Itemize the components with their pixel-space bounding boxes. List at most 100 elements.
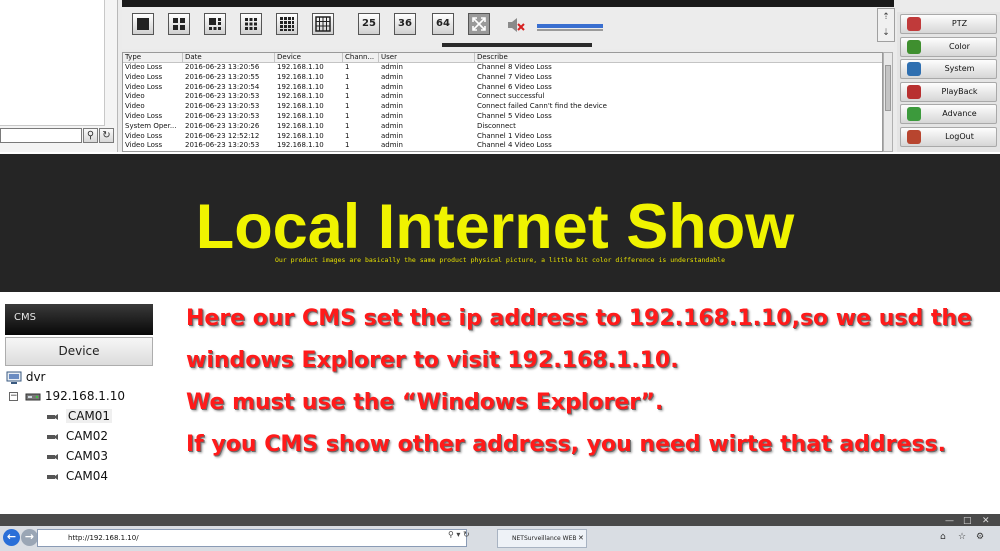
log-scroll-thumb[interactable] [885, 65, 891, 111]
tree-camera-label: CAM01 [65, 409, 113, 423]
log-table-cell: admin [381, 131, 403, 140]
scroll-down-icon[interactable]: ⇣ [878, 25, 894, 41]
layout-9-button[interactable] [240, 13, 262, 35]
log-table-cell: 2016-06-23 13:20:53 [185, 92, 260, 101]
log-table-row[interactable]: Video Loss 2016-06-23 13:20:56 192.168.1.1… [123, 63, 882, 73]
toolbar-scroll[interactable]: ⇡ ⇣ [877, 8, 895, 42]
tree-collapse-toggle[interactable]: − [9, 392, 18, 401]
color-button[interactable]: Color [900, 36, 997, 57]
layout-1-button[interactable] [132, 13, 154, 35]
layout-20-button[interactable] [312, 13, 334, 35]
close-icon[interactable]: ✕ [982, 516, 990, 526]
minimize-icon[interactable]: — [945, 516, 954, 526]
forward-button[interactable]: → [21, 529, 38, 546]
playback-button[interactable]: PlayBack [900, 81, 997, 102]
log-table-row[interactable]: Video Loss 2016-06-23 12:52:12 192.168.1.1… [123, 132, 882, 142]
tab-title: NETSurveillance WEB [512, 535, 577, 542]
search-icon[interactable]: ⚲ [448, 530, 454, 539]
tree-camera-node[interactable]: CAM02 [46, 429, 108, 444]
col-header-channel[interactable]: Chann... [343, 53, 379, 63]
col-header-user[interactable]: User [379, 53, 475, 63]
col-header-date[interactable]: Date [183, 53, 275, 63]
dropdown-icon[interactable]: ▾ [456, 530, 460, 539]
log-table-cell: admin [381, 72, 403, 81]
fullscreen-button[interactable] [468, 13, 490, 35]
log-table-cell: 1 [345, 121, 350, 130]
screenshot-root: ⚲ ↻ 25 36 64 ⇡ ⇣ Type Date Device Chann.… [0, 0, 1000, 551]
magnifier-icon: ⚲ [86, 130, 95, 141]
tree-camera-node[interactable]: CAM03 [46, 449, 108, 464]
search-input[interactable] [0, 128, 82, 143]
layout-36-button[interactable]: 36 [394, 13, 416, 35]
log-table-cell: Channel 7 Video Loss [477, 72, 552, 81]
log-table-cell: 1 [345, 131, 350, 140]
log-table-cell: 192.168.1.10 [277, 121, 324, 130]
device-tab[interactable]: Device [5, 337, 153, 366]
log-table-row[interactable]: System Oper... 2016-06-23 13:20:26 192.168… [123, 122, 882, 132]
log-table-row[interactable]: Video 2016-06-23 13:20:53 192.168.1.10 1 adm… [123, 102, 882, 112]
layout-1-icon [137, 18, 149, 30]
control-label: System [944, 64, 975, 73]
log-table-cell: Video [125, 102, 145, 111]
favorites-icon[interactable]: ☆ [958, 532, 968, 542]
control-label: Advance [942, 109, 977, 118]
volume-slider-track [537, 29, 603, 31]
log-table-cell: admin [381, 141, 403, 150]
log-table-row[interactable]: Video Loss 2016-06-23 13:20:54 192.168.1.1… [123, 83, 882, 93]
search-button[interactable]: ⚲ [83, 128, 98, 143]
back-button[interactable]: ← [3, 529, 20, 546]
address-bar-actions: ⚲ ▾ ↻ [448, 530, 470, 539]
cms-device-panel: CMS Device [5, 304, 153, 366]
log-table-cell: 192.168.1.10 [277, 82, 324, 91]
address-text: http://192.168.1.10/ [68, 534, 139, 542]
system-button[interactable]: System [900, 59, 997, 79]
layout-16-button[interactable] [276, 13, 298, 35]
log-table-cell: Channel 1 Video Loss [477, 131, 552, 140]
tree-camera-node[interactable]: CAM01 [46, 409, 113, 424]
advance-button[interactable]: Advance [900, 104, 997, 124]
arrow-right-icon: → [24, 530, 35, 543]
log-table-row[interactable]: Video Loss 2016-06-23 13:20:53 192.168.1.1… [123, 112, 882, 122]
mute-button[interactable] [506, 15, 526, 35]
logout-button[interactable]: LogOut [900, 126, 997, 147]
log-table-cell: 1 [345, 82, 350, 91]
refresh-button[interactable]: ↻ [99, 128, 114, 143]
log-table-cell: admin [381, 82, 403, 91]
log-table-cell: System Oper... [125, 121, 177, 130]
camera-icon [47, 433, 58, 440]
layout-25-button[interactable]: 25 [358, 13, 380, 35]
log-table-row[interactable]: Video 2016-06-23 13:20:53 192.168.1.10 1 adm… [123, 92, 882, 102]
home-icon[interactable]: ⌂ [940, 532, 950, 542]
cms-panel-header: CMS [5, 304, 153, 335]
fullscreen-icon [472, 17, 486, 31]
col-header-type[interactable]: Type [123, 53, 183, 63]
log-table-cell: 2016-06-23 13:20:53 [185, 111, 260, 120]
col-header-device[interactable]: Device [275, 53, 343, 63]
log-table-row[interactable]: Video Loss 2016-06-23 13:20:55 192.168.1.1… [123, 73, 882, 83]
layout-64-button[interactable]: 64 [432, 13, 454, 35]
log-table-row[interactable]: Video Loss 2016-06-23 13:20:53 192.168.1.1… [123, 141, 882, 151]
refresh-icon[interactable]: ↻ [463, 530, 470, 539]
banner-disclaimer: Our product images are basically the sam… [274, 256, 726, 264]
computer-icon [6, 371, 22, 384]
layout-6-button[interactable] [204, 13, 226, 35]
tree-device-label: 192.168.1.10 [44, 389, 125, 403]
ptz-button[interactable]: PTZ [900, 14, 997, 34]
settings-gear-icon[interactable]: ⚙ [976, 532, 986, 542]
col-header-describe[interactable]: Describe [475, 53, 880, 63]
tree-root-node[interactable]: dvr [6, 370, 45, 385]
cms-main-screen: ⚲ ↻ 25 36 64 ⇡ ⇣ Type Date Device Chann.… [0, 0, 1000, 152]
tree-device-node[interactable]: 192.168.1.10 [25, 389, 125, 404]
scroll-up-icon[interactable]: ⇡ [878, 9, 894, 25]
color-icon [907, 39, 921, 54]
browser-tab[interactable]: NETSurveillance WEB ✕ [497, 529, 587, 548]
tree-camera-node[interactable]: CAM04 [46, 469, 108, 484]
log-table-cell: 1 [345, 111, 350, 120]
close-tab-icon[interactable]: ✕ [578, 530, 584, 547]
log-table-cell: Video Loss [125, 63, 163, 71]
address-bar[interactable]: http://192.168.1.10/ [37, 529, 467, 547]
volume-slider[interactable] [537, 24, 603, 28]
layout-4-button[interactable] [168, 13, 190, 35]
maximize-icon[interactable]: □ [963, 516, 972, 526]
log-scrollbar[interactable] [883, 52, 893, 152]
